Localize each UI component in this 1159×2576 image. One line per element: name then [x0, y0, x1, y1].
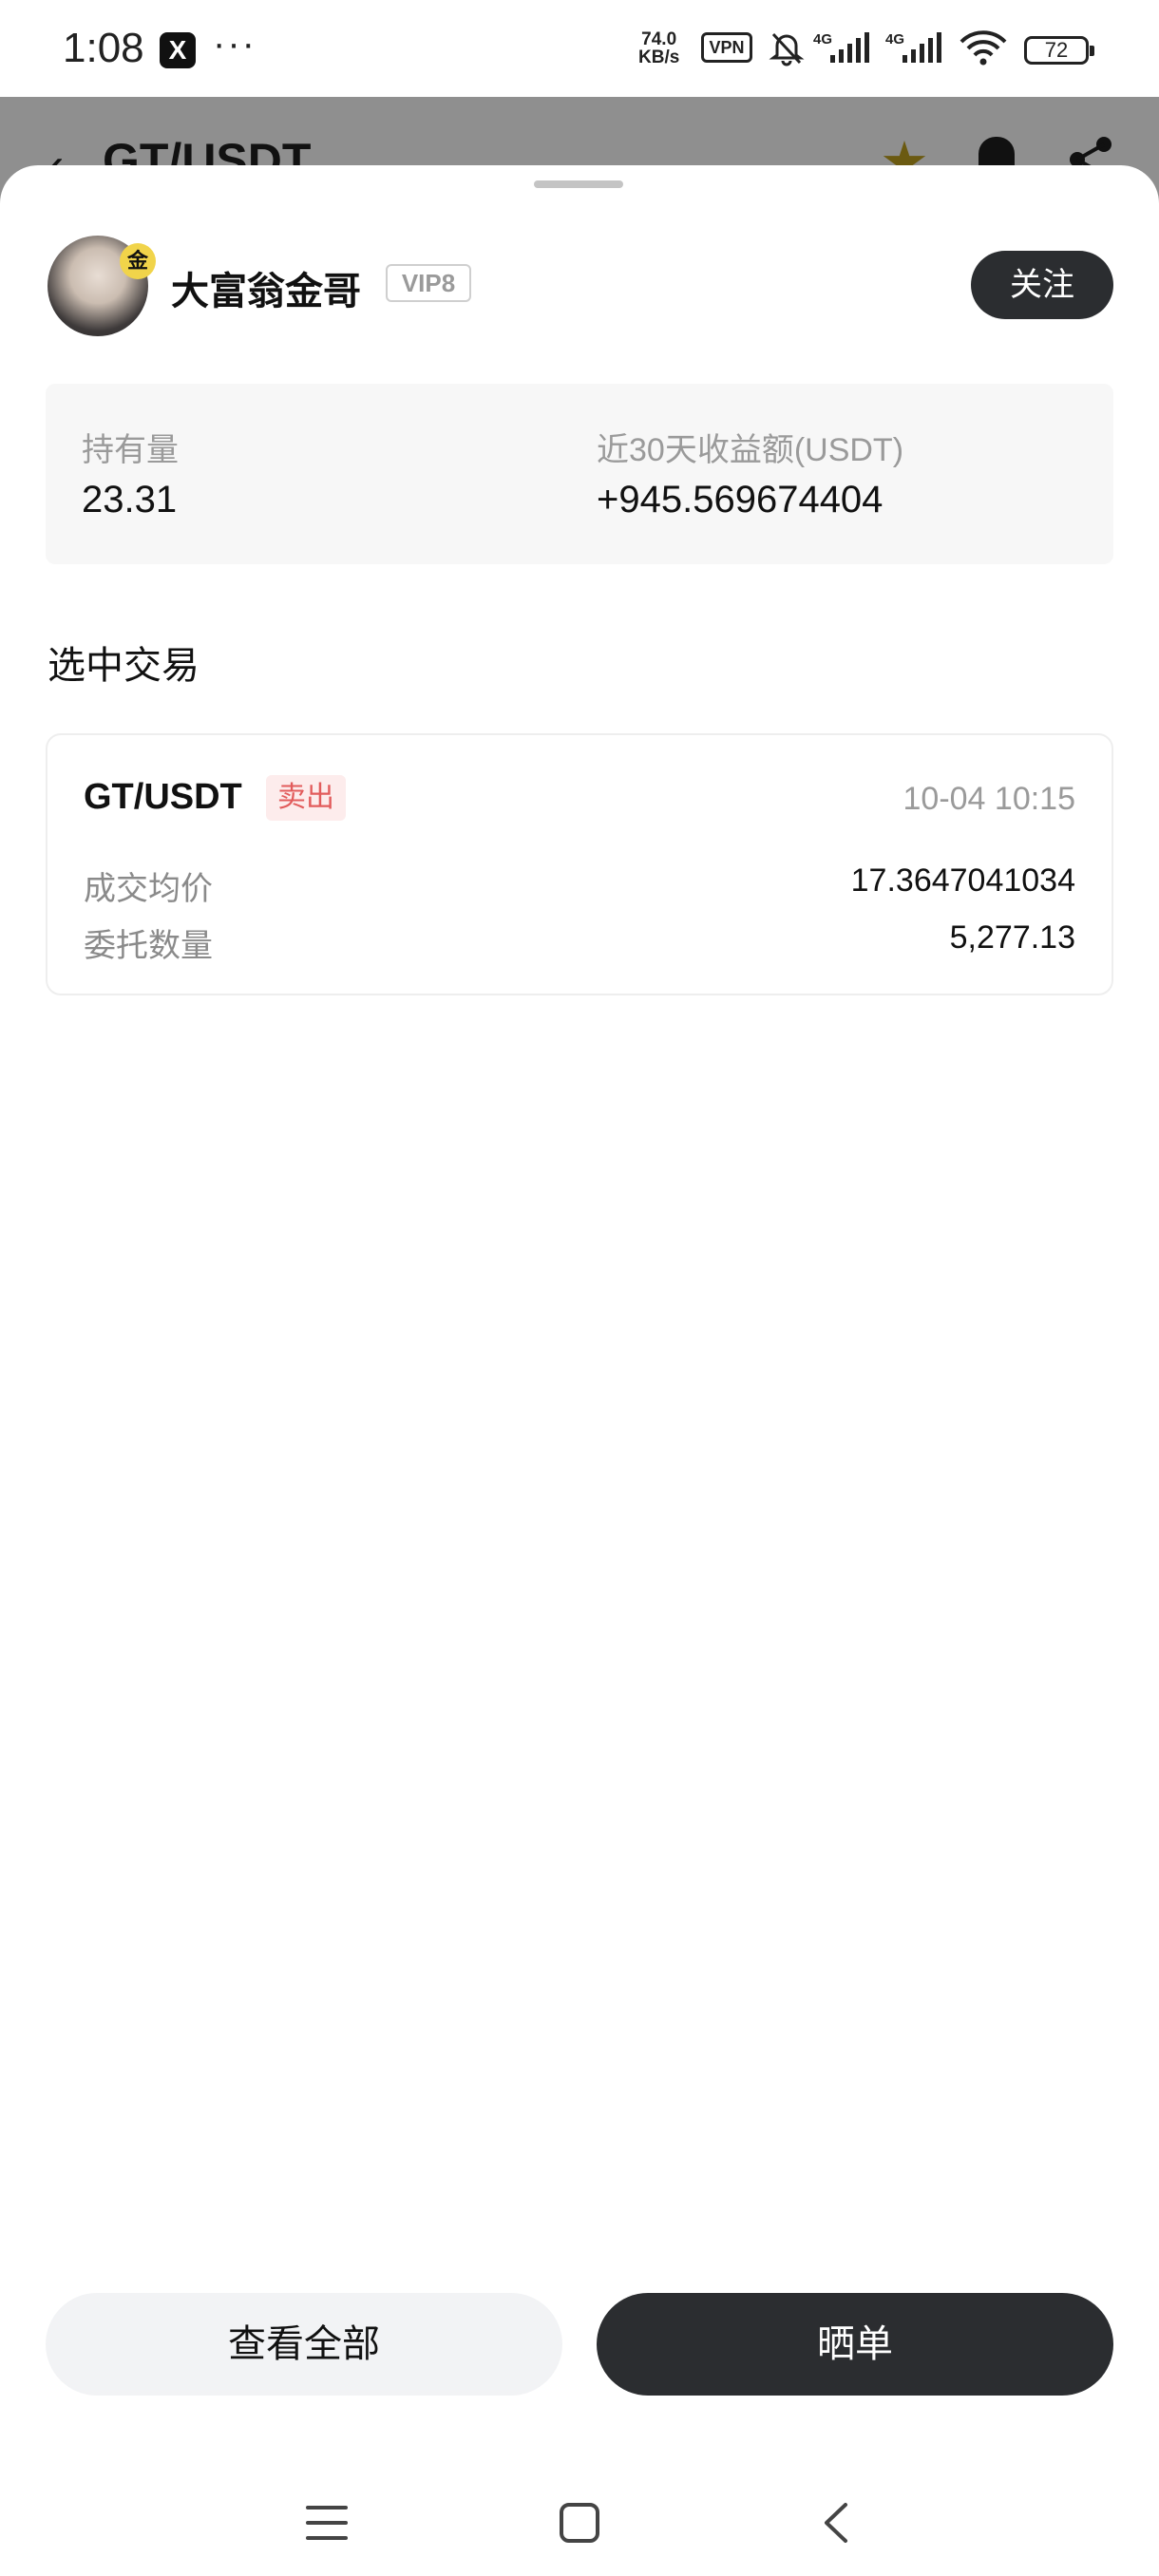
x-logo-icon: X	[160, 32, 196, 68]
view-all-button[interactable]: 查看全部	[46, 2293, 562, 2396]
home-square-icon[interactable]	[559, 2502, 600, 2544]
section-title: 选中交易	[48, 645, 200, 687]
system-nav-bar	[0, 2464, 1159, 2576]
vpn-icon: VPN	[701, 32, 752, 63]
cell-signal-icon: 4G	[813, 31, 869, 63]
vip-badge: VIP8	[386, 264, 471, 302]
trader-bottom-sheet: 金 大富翁金哥 VIP8 关注 持有量 23.31 近30天收益额(USDT) …	[0, 165, 1159, 2576]
sheet-drag-handle[interactable]	[534, 180, 623, 188]
mute-bell-icon	[769, 32, 805, 66]
avg-price-label: 成交均价	[84, 871, 213, 907]
status-time: 1:08	[63, 25, 144, 71]
wifi-icon	[960, 30, 1007, 66]
holding-value: 23.31	[82, 479, 178, 521]
trade-pair: GT/USDT	[84, 777, 242, 817]
avatar[interactable]: 金	[48, 236, 156, 336]
avg-price-value: 17.3647041034	[850, 862, 1075, 899]
username[interactable]: 大富翁金哥	[171, 260, 361, 315]
trade-side-badge: 卖出	[266, 775, 346, 821]
status-bar: 1:08 X ··· 74.0 KB/s VPN 4G 4G 72	[0, 0, 1159, 97]
battery-icon: 72	[1024, 36, 1094, 65]
share-trade-button[interactable]: 晒单	[597, 2293, 1113, 2396]
follow-button[interactable]: 关注	[971, 251, 1113, 319]
svg-text:4G: 4G	[885, 31, 904, 47]
svg-text:4G: 4G	[813, 31, 832, 47]
holding-label: 持有量	[82, 432, 179, 468]
trade-time: 10-04 10:15	[902, 781, 1076, 817]
selected-trade-card[interactable]: GT/USDT 卖出 10-04 10:15 成交均价 17.364704103…	[46, 733, 1113, 995]
order-qty-value: 5,277.13	[949, 919, 1075, 956]
profit-value: +945.569674404	[597, 479, 884, 521]
profit-label: 近30天收益额(USDT)	[597, 432, 904, 468]
more-notifications-icon: ···	[213, 23, 256, 65]
avatar-badge: 金	[120, 243, 156, 279]
menu-icon[interactable]	[306, 2502, 348, 2544]
order-qty-label: 委托数量	[84, 928, 213, 964]
network-speed: 74.0 KB/s	[638, 29, 680, 67]
back-chevron-icon[interactable]	[815, 2502, 857, 2544]
cell-signal-icon-2: 4G	[885, 31, 941, 63]
stats-panel: 持有量 23.31 近30天收益额(USDT) +945.569674404	[46, 384, 1113, 564]
